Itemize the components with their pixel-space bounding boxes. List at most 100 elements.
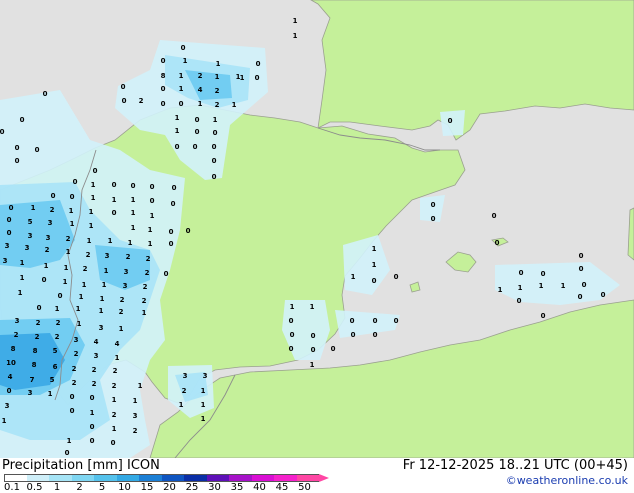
precip-value: 0 [195, 128, 200, 136]
precip-value: 2 [66, 235, 71, 243]
precip-value: 3 [28, 389, 33, 397]
precip-value: 0 [112, 209, 117, 217]
precip-value: 0 [495, 239, 500, 247]
precip-value: 3 [28, 232, 33, 240]
precip-value: 1 [372, 261, 377, 269]
colorbar-tick: 10 [118, 482, 131, 493]
precip-value: 2 [120, 296, 125, 304]
precip-value: 0 [70, 407, 75, 415]
precip-value: 1 [293, 32, 298, 40]
colorbar-segment [4, 474, 27, 482]
precip-value: 2 [74, 350, 79, 358]
precip-value: 0 [212, 173, 217, 181]
precip-value: 2 [133, 427, 138, 435]
precip-value: 0 [351, 331, 356, 339]
precip-value: 1 [91, 194, 96, 202]
precip-value: 1 [561, 282, 566, 290]
precip-value: 0 [0, 128, 5, 136]
precip-value: 0 [122, 97, 127, 105]
precip-value: 1 [104, 267, 109, 275]
precip-value: 0 [212, 143, 217, 151]
precip-value: 2 [112, 411, 117, 419]
valid-time: Fr 12-12-2025 18..21 UTC (00+45) [402, 458, 628, 473]
precip-value: 1 [48, 390, 53, 398]
precip-value: 1 [99, 307, 104, 315]
precip-value: 1 [89, 222, 94, 230]
precip-value: 1 [76, 305, 81, 313]
precip-value: 0 [373, 331, 378, 339]
precip-value: 2 [55, 333, 60, 341]
precip-value: 1 [179, 85, 184, 93]
precip-value: 2 [35, 333, 40, 341]
credit-link[interactable]: ©weatheronline.co.uk [506, 474, 628, 487]
precip-value: 0 [601, 291, 606, 299]
colorbar-segment [229, 474, 252, 482]
precip-value: 1 [148, 226, 153, 234]
precip-value: 2 [45, 246, 50, 254]
precip-value: 0 [65, 449, 70, 457]
precip-value: 1 [290, 303, 295, 311]
precip-value: 0 [311, 346, 316, 354]
precip-value: 4 [198, 86, 203, 94]
precip-value: 0 [171, 200, 176, 208]
precip-value: 1 [175, 114, 180, 122]
precip-value: 1 [201, 387, 206, 395]
colorbar-segment [116, 474, 139, 482]
precip-value: 3 [48, 219, 53, 227]
precip-value: 2 [56, 319, 61, 327]
precip-value: 0 [195, 116, 200, 124]
precip-value: 1 [310, 361, 315, 369]
precip-value: 2 [86, 251, 91, 259]
precip-value: 1 [108, 237, 113, 245]
precip-value: 0 [37, 304, 42, 312]
precip-value: 1 [179, 401, 184, 409]
precip-value: 3 [46, 234, 51, 242]
precip-value: 1 [112, 396, 117, 404]
precip-value: 2 [145, 269, 150, 277]
precip-value: 0 [15, 157, 20, 165]
precip-value: 3 [15, 317, 20, 325]
precip-value: 4 [115, 340, 120, 348]
precip-value: 0 [73, 178, 78, 186]
precip-value: 0 [131, 182, 136, 190]
precip-value: 8 [161, 72, 166, 80]
precip-value: 0 [431, 201, 436, 209]
precip-value: 1 [179, 72, 184, 80]
colorbar-tick: 0.1 [4, 482, 20, 493]
precip-value: 8 [32, 361, 37, 369]
precip-value: 0 [70, 393, 75, 401]
precip-value: 0 [161, 57, 166, 65]
precip-value: 4 [8, 373, 13, 381]
precip-value: 1 [119, 325, 124, 333]
precip-value: 0 [578, 293, 583, 301]
precip-value: 0 [51, 192, 56, 200]
precip-value: 1 [91, 181, 96, 189]
precip-value: 6 [53, 363, 58, 371]
precip-value: 0 [256, 60, 261, 68]
precip-value: 1 [131, 224, 136, 232]
precip-value: 1 [63, 278, 68, 286]
precip-value: 5 [50, 376, 55, 384]
precip-value: 0 [289, 317, 294, 325]
colorbar-tick: 20 [163, 482, 176, 493]
precip-value: 2 [215, 87, 220, 95]
precip-value: 2 [14, 331, 19, 339]
colorbar-segment [274, 474, 297, 482]
precip-value: 0 [172, 184, 177, 192]
precip-value: 0 [541, 312, 546, 320]
colorbar-segment [296, 474, 319, 482]
precip-value: 0 [579, 265, 584, 273]
precip-value: 3 [183, 372, 188, 380]
colorbar-segment [139, 474, 162, 482]
precip-value: 2 [36, 319, 41, 327]
model-name: ICON [127, 458, 160, 473]
precip-value: 1 [150, 212, 155, 220]
colorbar-tick: 45 [275, 482, 289, 493]
precip-value: 1 [89, 208, 94, 216]
precip-value: 1 [79, 293, 84, 301]
precip-value: 1 [112, 425, 117, 433]
precip-value: 8 [33, 347, 38, 355]
colorbar-segment [26, 474, 49, 482]
precip-value: 0 [186, 227, 191, 235]
precip-value: 0 [7, 216, 12, 224]
